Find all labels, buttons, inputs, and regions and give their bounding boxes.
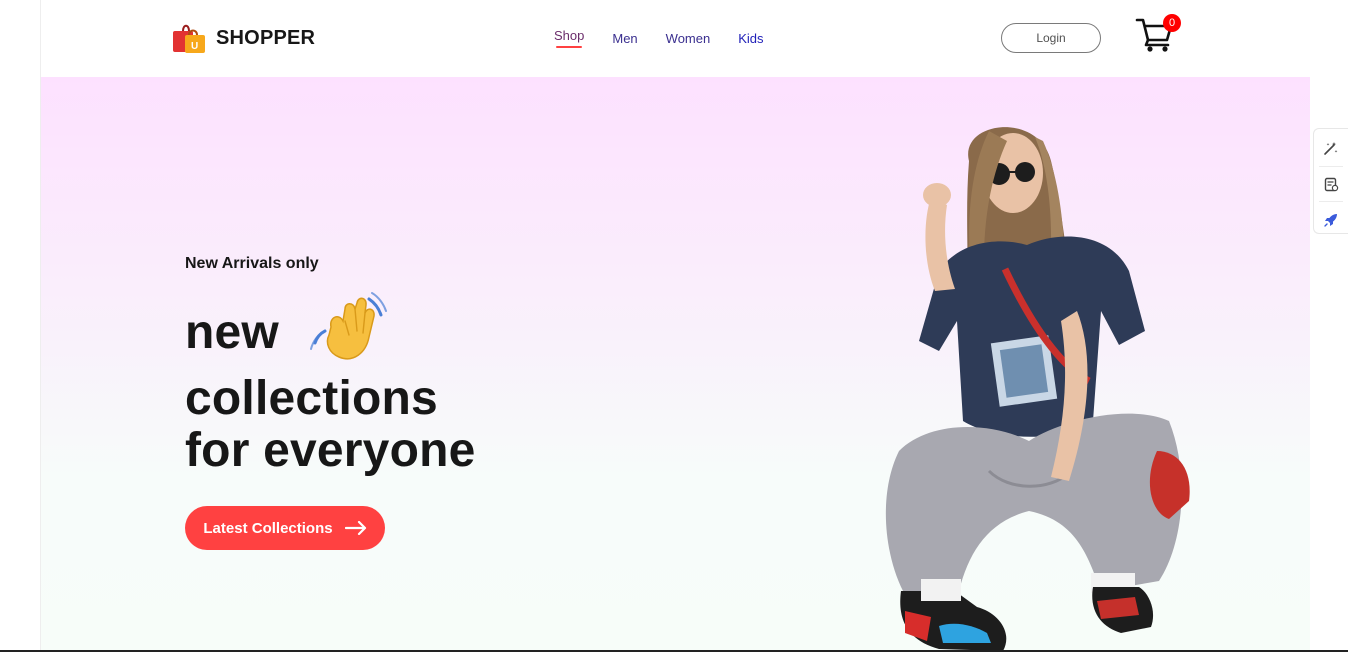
- navbar: U SHOPPER Shop Men Women Kids Login 0: [41, 0, 1310, 77]
- app-frame: U SHOPPER Shop Men Women Kids Login 0 Ne…: [40, 0, 1310, 652]
- hero-heading-line-1: new: [185, 306, 279, 359]
- shopping-bag-icon: U: [173, 24, 205, 53]
- page: U SHOPPER Shop Men Women Kids Login 0 Ne…: [0, 0, 1348, 652]
- hero-tagline: New Arrivals only: [185, 255, 319, 272]
- svg-text:U: U: [191, 41, 198, 52]
- nav-item-women[interactable]: Women: [666, 31, 711, 46]
- rocket-icon[interactable]: [1316, 206, 1346, 233]
- cta-label: Latest Collections: [203, 519, 333, 537]
- login-button[interactable]: Login: [1001, 23, 1101, 53]
- nav-item-label: Women: [665, 31, 711, 46]
- active-underline: [556, 46, 583, 48]
- nav-item-men[interactable]: Men: [612, 31, 637, 46]
- nav-item-label: Kids: [738, 31, 764, 46]
- hero-heading-line-2: collections: [185, 372, 438, 425]
- clipboard-settings-icon[interactable]: [1316, 171, 1346, 198]
- nav-item-kids[interactable]: Kids: [738, 31, 763, 46]
- side-toolbar: [1313, 128, 1348, 234]
- latest-collections-button[interactable]: Latest Collections: [185, 506, 385, 550]
- model-photo: [885, 127, 1190, 651]
- magic-wand-icon[interactable]: [1316, 135, 1346, 162]
- brand-logo[interactable]: U SHOPPER: [172, 22, 315, 54]
- arrow-right-icon: [344, 521, 366, 535]
- toolbar-divider: [1319, 165, 1343, 167]
- nav-item-shop[interactable]: Shop: [554, 28, 585, 48]
- nav-menu: Shop Men Women Kids: [554, 28, 764, 48]
- cart-count-badge: 0: [1163, 14, 1181, 32]
- waving-hand-icon: [310, 292, 387, 360]
- nav-item-label: Shop: [554, 28, 585, 43]
- toolbar-divider: [1319, 201, 1343, 203]
- brand-name: SHOPPER: [216, 26, 316, 49]
- hero-heading-line-3: for everyone: [185, 424, 476, 477]
- hero-section: New Arrivals only new collections for ev…: [41, 77, 1310, 652]
- nav-item-label: Men: [612, 31, 638, 46]
